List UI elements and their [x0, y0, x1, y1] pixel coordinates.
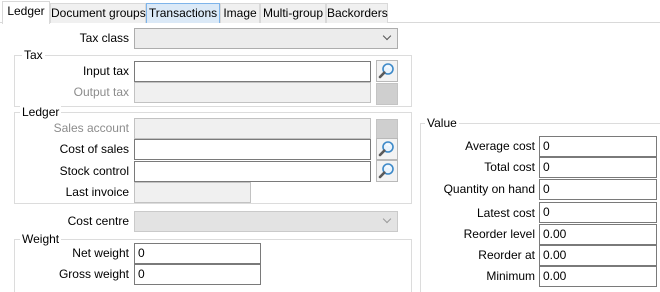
- cost-of-sales-field[interactable]: [134, 139, 371, 160]
- average-cost-field[interactable]: 0: [539, 136, 657, 157]
- value-group-title: Value: [425, 116, 459, 130]
- output-tax-label: Output tax: [73, 85, 129, 99]
- magnifier-icon: [378, 63, 394, 79]
- stock-control-field[interactable]: [134, 161, 371, 182]
- tab-image[interactable]: Image: [220, 3, 260, 23]
- gross-weight-label: Gross weight: [58, 267, 129, 281]
- net-weight-label: Net weight: [72, 246, 129, 260]
- tab-strip: Ledger Document groups Transactions Imag…: [0, 0, 660, 24]
- tax-class-label: Tax class: [79, 31, 129, 45]
- magnifier-icon: [378, 141, 394, 157]
- cost-centre-label: Cost centre: [67, 214, 129, 228]
- last-invoice-field: [134, 182, 251, 203]
- chevron-down-icon: [382, 31, 392, 41]
- ledger-group-title: Ledger: [20, 105, 62, 119]
- input-tax-label: Input tax: [82, 64, 129, 78]
- cost-of-sales-label: Cost of sales: [59, 142, 129, 156]
- tab-transactions[interactable]: Transactions: [146, 3, 220, 23]
- tab-backorders[interactable]: Backorders: [326, 3, 388, 23]
- stock-control-label: Stock control: [59, 164, 129, 178]
- net-weight-field[interactable]: 0: [134, 243, 261, 264]
- gross-weight-field[interactable]: 0: [134, 264, 261, 285]
- sales-account-label: Sales account: [53, 121, 129, 135]
- cost-of-sales-lookup-button[interactable]: [376, 138, 398, 160]
- magnifier-icon: [378, 163, 394, 179]
- total-cost-field[interactable]: 0: [539, 157, 657, 178]
- tax-group-title: Tax: [22, 48, 45, 62]
- cost-centre-select: [134, 211, 398, 232]
- quantity-on-hand-field[interactable]: 0: [539, 179, 657, 200]
- tax-class-select[interactable]: [134, 28, 398, 49]
- input-tax-field[interactable]: [134, 61, 371, 82]
- stock-control-lookup-button[interactable]: [376, 160, 398, 182]
- total-cost-label: Total cost: [484, 160, 535, 174]
- last-invoice-label: Last invoice: [65, 185, 129, 199]
- tab-ledger[interactable]: Ledger: [2, 1, 50, 24]
- minimum-label: Minimum: [486, 269, 535, 283]
- latest-cost-field[interactable]: 0: [539, 202, 657, 223]
- reorder-at-label: Reorder at: [478, 248, 535, 262]
- quantity-on-hand-label: Quantity on hand: [443, 182, 535, 196]
- latest-cost-label: Latest cost: [476, 206, 535, 220]
- sales-account-field: [134, 118, 371, 139]
- ledger-tab-panel: Tax class Tax Input tax Output tax Ledge…: [0, 23, 660, 292]
- output-tax-field: [134, 82, 371, 103]
- reorder-at-field[interactable]: 0.00: [539, 245, 657, 266]
- chevron-down-icon: [382, 214, 392, 224]
- input-tax-lookup-button[interactable]: [376, 60, 398, 82]
- reorder-level-field[interactable]: 0.00: [539, 224, 657, 245]
- reorder-level-label: Reorder level: [463, 227, 535, 241]
- average-cost-label: Average cost: [465, 139, 535, 153]
- tab-multi-group[interactable]: Multi-group: [260, 3, 326, 23]
- minimum-field[interactable]: 0.00: [539, 266, 657, 287]
- output-tax-lookup-button: [376, 83, 398, 105]
- tab-document-groups[interactable]: Document groups: [50, 3, 146, 23]
